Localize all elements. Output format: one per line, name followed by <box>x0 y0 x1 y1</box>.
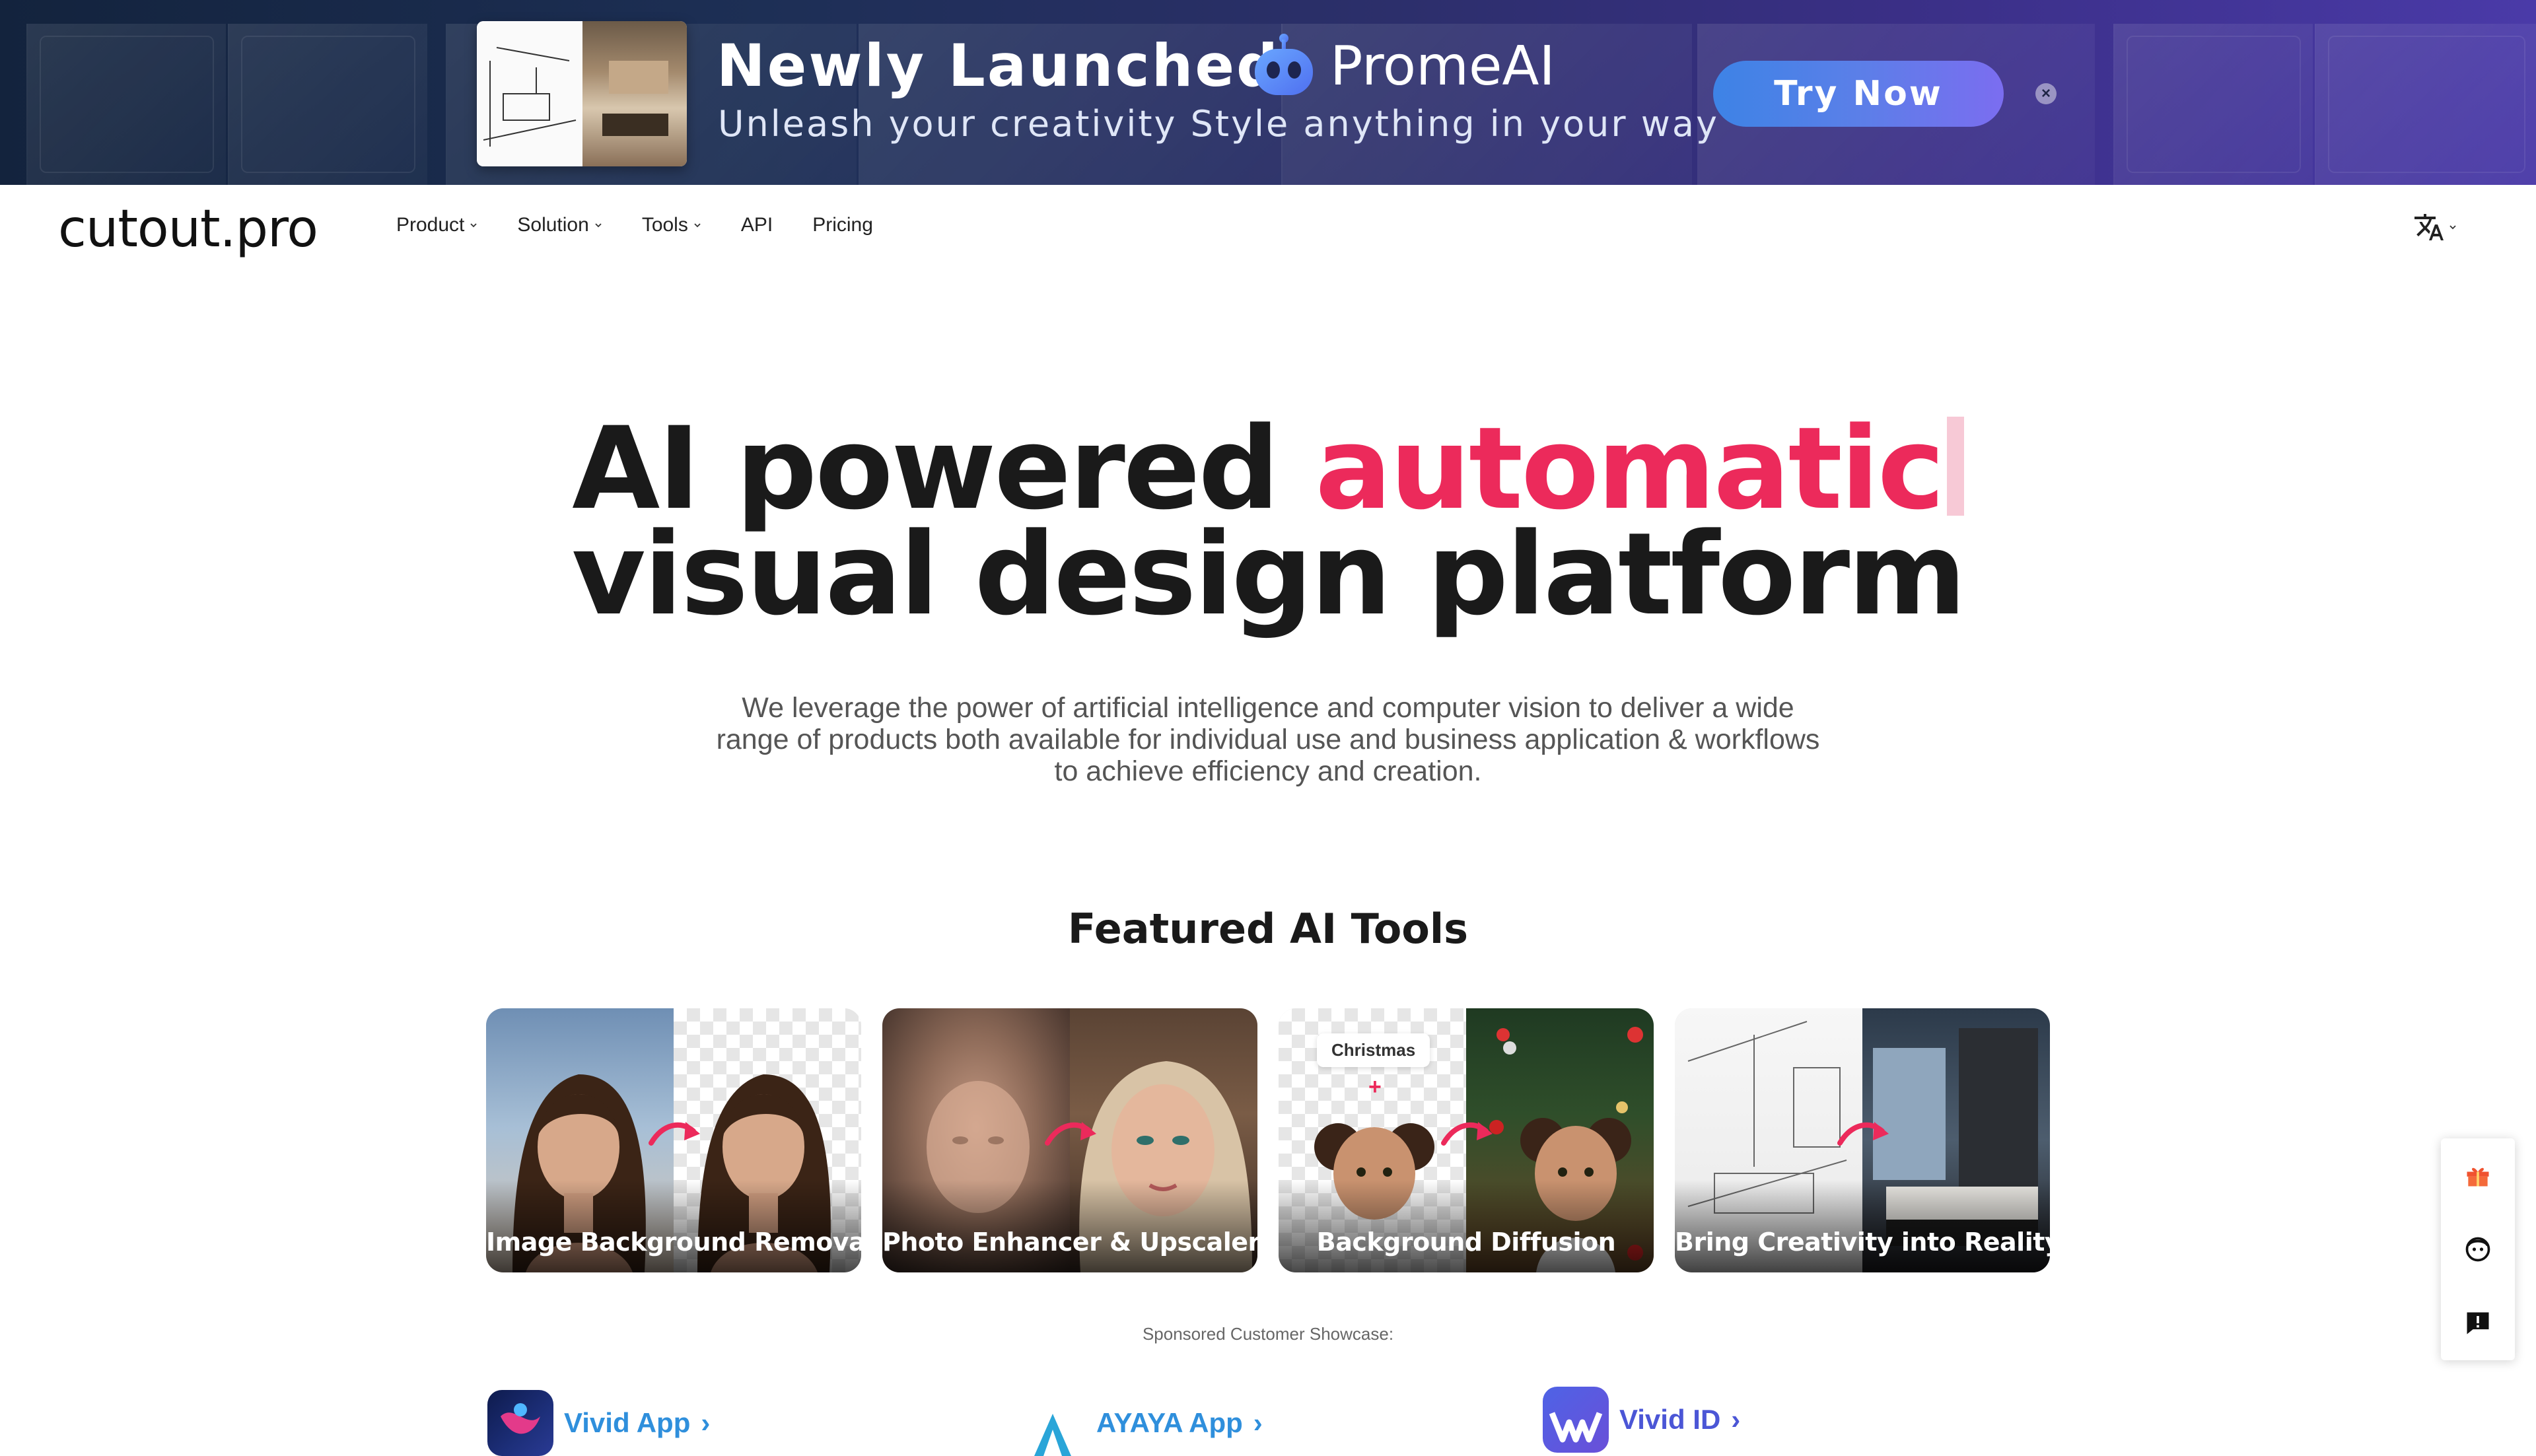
tool-card-creativity-reality[interactable]: Bring Creativity into Reality <box>1675 1008 2050 1272</box>
card-shade <box>1279 1180 1654 1272</box>
arrow-right-icon <box>1441 1122 1493 1146</box>
nav-menu: Product Solution Tools API Pricing <box>396 214 913 236</box>
hero-subtitle: We leverage the power of artificial inte… <box>716 692 1820 787</box>
card-shade <box>882 1180 1257 1272</box>
vivid-id-icon <box>1543 1387 1609 1453</box>
chevron-down-icon <box>694 223 701 228</box>
app-link-label: AYAYA App <box>1096 1407 1243 1438</box>
nav-item-label: Tools <box>641 214 688 236</box>
gift-icon[interactable] <box>2458 1156 2498 1195</box>
promo-background-tile <box>26 24 226 185</box>
chevron-right-icon: › <box>1731 1404 1741 1435</box>
tool-card-label: Bring Creativity into Reality <box>1675 1228 2050 1257</box>
card-shade <box>1675 1180 2050 1272</box>
promo-thumbnail <box>477 21 687 166</box>
chevron-right-icon: › <box>1253 1407 1263 1438</box>
promo-title: Newly Launched <box>717 32 1281 100</box>
chevron-down-icon <box>595 223 602 228</box>
arrow-right-icon <box>1045 1122 1096 1146</box>
promo-subtitle: Unleash your creativity Style anything i… <box>718 103 1719 145</box>
sponsored-app-vivid-app[interactable]: Vivid App › <box>487 1390 710 1456</box>
language-switcher[interactable] <box>2413 211 2457 243</box>
nav-item-solution[interactable]: Solution <box>517 214 602 236</box>
promeai-logo-icon <box>1255 34 1313 95</box>
site-logo[interactable]: cutout.pro <box>58 199 318 259</box>
try-now-button[interactable]: Try Now <box>1713 61 2004 127</box>
card-shade <box>486 1180 861 1272</box>
tool-card-label: Image Background Removal <box>486 1228 861 1257</box>
tool-card-label: Photo Enhancer & Upscaler <box>882 1228 1257 1257</box>
featured-tools-title: Featured AI Tools <box>1067 905 1469 953</box>
app-link-label: Vivid ID <box>1619 1404 1721 1435</box>
hero-title: AI powered automatic visual design platf… <box>0 412 2536 631</box>
vivid-app-icon <box>487 1390 553 1456</box>
typing-caret <box>1946 417 1964 516</box>
arrow-right-icon <box>649 1122 700 1146</box>
translate-icon <box>2414 214 2444 240</box>
promo-brand: PromeAI <box>1250 32 1555 100</box>
feedback-icon[interactable] <box>2458 1303 2498 1343</box>
nav-item-pricing[interactable]: Pricing <box>812 214 873 236</box>
promo-background-tile <box>2315 24 2536 185</box>
tool-card-background-diffusion[interactable]: Christmas + Background Diffusion <box>1279 1008 1654 1272</box>
nav-item-label: Product <box>396 214 465 236</box>
tool-card-photo-enhancer[interactable]: Photo Enhancer & Upscaler <box>882 1008 1257 1272</box>
side-dock <box>2441 1138 2515 1360</box>
top-navigation: cutout.pro Product Solution Tools API Pr… <box>0 185 2536 271</box>
hero-title-line2: visual design platform <box>571 508 1967 641</box>
promo-brand-name: PromeAI <box>1330 34 1555 98</box>
close-promo-icon[interactable]: × <box>2035 83 2057 104</box>
sponsored-app-vivid-id[interactable]: Vivid ID › <box>1543 1387 1740 1453</box>
nav-item-label: Solution <box>517 214 589 236</box>
promo-background-tile <box>2113 24 2313 185</box>
support-face-icon[interactable] <box>2458 1230 2498 1269</box>
promo-banner[interactable]: Newly Launched PromeAI Unleash your crea… <box>0 0 2536 185</box>
promo-background-tile <box>228 24 427 185</box>
chevron-down-icon <box>2449 225 2456 230</box>
featured-tools-list: Image Background Removal Photo Enhancer … <box>486 1008 2050 1272</box>
sponsored-showcase-label: Sponsored Customer Showcase: <box>1142 1324 1394 1344</box>
chevron-right-icon: › <box>701 1407 711 1438</box>
nav-item-label: API <box>740 214 773 236</box>
chevron-down-icon <box>470 223 477 228</box>
arrow-right-icon <box>1837 1122 1889 1146</box>
app-link-label: Vivid App <box>564 1407 691 1438</box>
tool-card-background-removal[interactable]: Image Background Removal <box>486 1008 861 1272</box>
ayaya-app-icon <box>1020 1390 1086 1456</box>
nav-item-product[interactable]: Product <box>396 214 477 236</box>
sponsored-app-ayaya-app[interactable]: AYAYA App › <box>1020 1390 1263 1456</box>
nav-item-tools[interactable]: Tools <box>642 214 701 236</box>
nav-item-label: Pricing <box>812 214 873 236</box>
tool-card-label: Background Diffusion <box>1316 1228 1616 1257</box>
nav-item-api[interactable]: API <box>741 214 773 236</box>
